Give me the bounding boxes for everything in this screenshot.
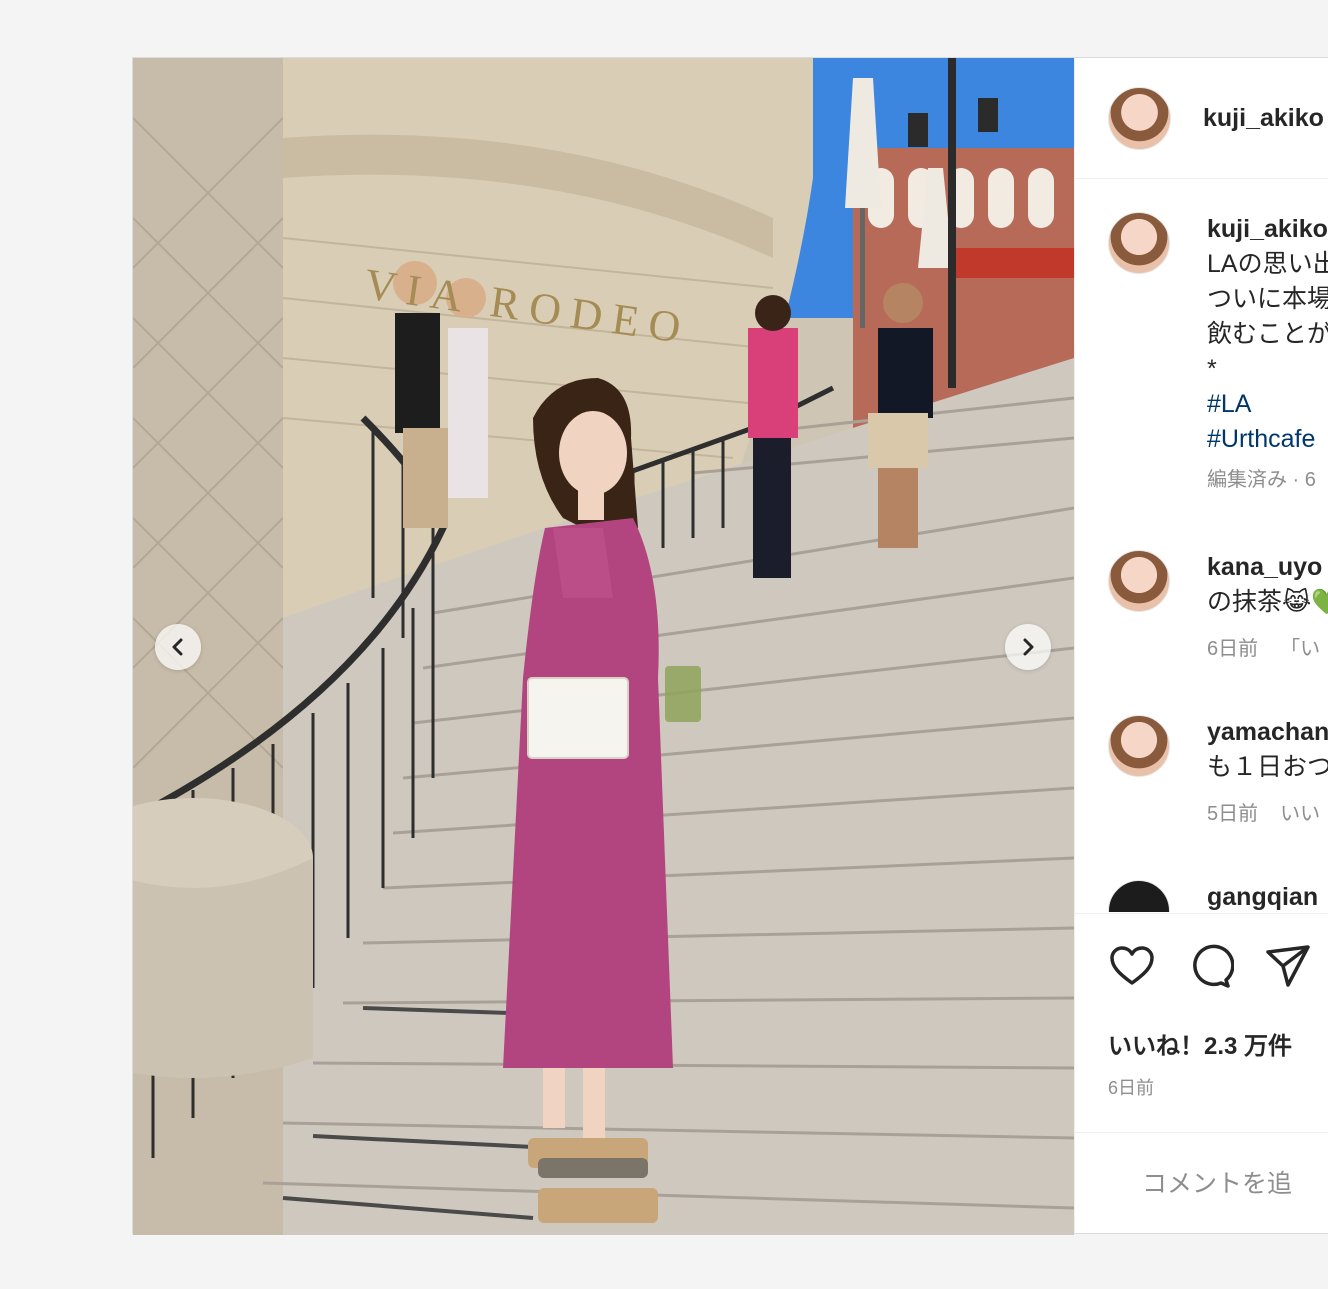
- hashtag-link[interactable]: #LA: [1207, 387, 1328, 422]
- comment-text: も１日おつ: [1207, 753, 1328, 781]
- caption-meta: 編集済み · 6: [1207, 469, 1316, 491]
- heart-icon[interactable]: [1108, 942, 1156, 990]
- caption-line: ついに本場: [1207, 285, 1328, 313]
- commenter-avatar[interactable]: [1108, 880, 1170, 912]
- caption-line: 飲むことが: [1207, 320, 1328, 348]
- comments-list[interactable]: kuji_akiko LAの思い出 ついに本場 飲むことが * #LA #Urt…: [1075, 180, 1328, 912]
- comment-form: [1075, 1132, 1328, 1233]
- comment-time[interactable]: 5日前: [1207, 803, 1258, 825]
- commenter-avatar[interactable]: [1108, 550, 1170, 612]
- post-date[interactable]: 6日前: [1108, 1074, 1154, 1100]
- commenter-username[interactable]: kana_uyo: [1207, 550, 1328, 585]
- commenter-username[interactable]: gangqian: [1207, 880, 1318, 912]
- post-header: kuji_akiko: [1075, 58, 1328, 179]
- caption-username[interactable]: kuji_akiko: [1207, 212, 1328, 247]
- comment-like-count[interactable]: 「い: [1280, 638, 1320, 660]
- photo-illustration: VIA RODEO: [133, 58, 1074, 1235]
- paper-plane-icon[interactable]: [1264, 942, 1312, 990]
- caption-avatar[interactable]: [1108, 212, 1170, 274]
- comment-text: の抹茶😹💚: [1207, 588, 1328, 616]
- comment-input[interactable]: [1142, 1169, 1328, 1199]
- hashtag-link[interactable]: #Urthcafe: [1207, 422, 1328, 457]
- caption-line: LAの思い出: [1207, 250, 1328, 278]
- likes-count[interactable]: いいね！2.3 万件: [1108, 1026, 1292, 1061]
- author-avatar[interactable]: [1108, 86, 1171, 150]
- caption-entry: kuji_akiko LAの思い出 ついに本場 飲むことが * #LA #Urt…: [1108, 212, 1328, 498]
- chevron-right-icon: [1023, 638, 1034, 656]
- comment-time[interactable]: 6日前: [1207, 638, 1258, 660]
- author-username[interactable]: kuji_akiko: [1203, 104, 1324, 133]
- carousel-next-button[interactable]: [1005, 624, 1051, 670]
- comment-like-count[interactable]: いい: [1280, 803, 1320, 825]
- speech-bubble-icon[interactable]: [1186, 942, 1234, 990]
- instagram-post: VIA RODEO kuji_akiko kuji_akiko LAの思い出 つ…: [132, 57, 1328, 1235]
- comment-item: kana_uyo の抹茶😹💚 6日前「い: [1108, 550, 1328, 667]
- post-side-panel: kuji_akiko kuji_akiko LAの思い出 ついに本場 飲むことが…: [1074, 58, 1328, 1233]
- comment-item: gangqian: [1108, 880, 1328, 912]
- post-actions: いいね！2.3 万件 6日前: [1075, 913, 1328, 1133]
- commenter-username[interactable]: yamachan: [1207, 715, 1328, 750]
- chevron-left-icon: [172, 638, 183, 656]
- carousel-prev-button[interactable]: [155, 624, 201, 670]
- comment-item: yamachan も１日おつ 5日前 いい: [1108, 715, 1328, 832]
- caption-bullet: *: [1207, 355, 1217, 383]
- commenter-avatar[interactable]: [1108, 715, 1170, 777]
- post-photo[interactable]: VIA RODEO: [133, 58, 1074, 1235]
